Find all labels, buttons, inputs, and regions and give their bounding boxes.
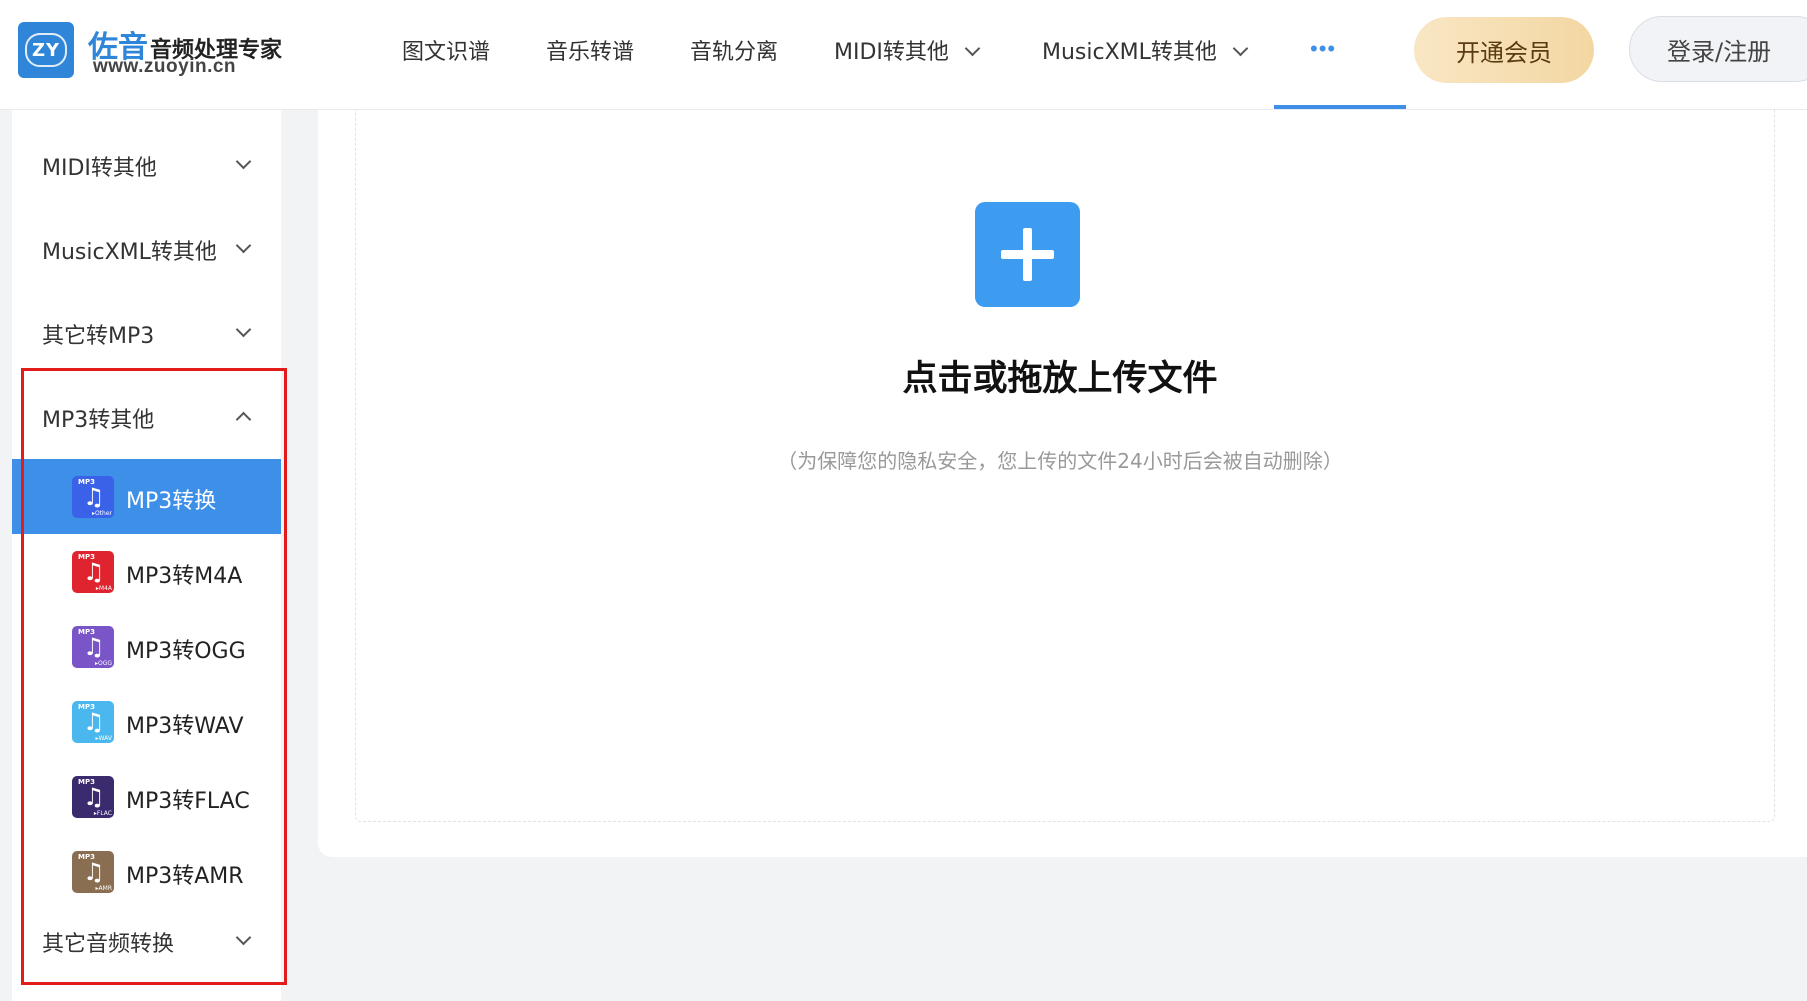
nav-item-midi-convert[interactable]: MIDI转其他 bbox=[834, 34, 981, 66]
chevron-down-icon bbox=[235, 321, 252, 338]
nav-label: 音轨分离 bbox=[690, 40, 779, 65]
sidebar-item-label: MP3转WAV bbox=[126, 714, 244, 739]
nav-item-track-separation[interactable]: 音轨分离 bbox=[690, 34, 778, 66]
chevron-down-icon bbox=[235, 929, 252, 946]
sidebar-category-other-audio[interactable]: 其它音频转换 bbox=[12, 910, 281, 970]
more-menu-icon[interactable]: ••• bbox=[1310, 36, 1336, 62]
category-label: 其它转MP3 bbox=[42, 324, 155, 349]
music-file-icon: MP3 ♫ ▸AMR bbox=[72, 851, 114, 893]
category-label: 其它音频转换 bbox=[42, 932, 175, 957]
nav-label: 音乐转谱 bbox=[546, 40, 635, 65]
nav-label: MusicXML转其他 bbox=[1042, 40, 1217, 65]
music-file-icon: MP3 ♫ ▸OGG bbox=[72, 626, 114, 668]
nav-item-image-score[interactable]: 图文识谱 bbox=[402, 34, 490, 66]
music-file-icon: MP3 ♫ ▸M4A bbox=[72, 551, 114, 593]
sidebar-item-mp3-to-flac[interactable]: MP3 ♫ ▸FLAC MP3转FLAC bbox=[12, 759, 281, 834]
icon-format: ▸Other bbox=[91, 510, 112, 517]
nav-label: 图文识谱 bbox=[402, 40, 491, 65]
chevron-down-icon bbox=[964, 40, 981, 57]
music-note-icon: ♫ bbox=[83, 783, 105, 811]
category-label: MIDI转其他 bbox=[42, 156, 157, 181]
sidebar-item-mp3-to-m4a[interactable]: MP3 ♫ ▸M4A MP3转M4A bbox=[12, 534, 281, 609]
sidebar-item-label: MP3转FLAC bbox=[126, 789, 250, 814]
sidebar-item-mp3-to-ogg[interactable]: MP3 ♫ ▸OGG MP3转OGG bbox=[12, 609, 281, 684]
sidebar-category-musicxml[interactable]: MusicXML转其他 bbox=[12, 218, 281, 278]
icon-format: ▸FLAC bbox=[93, 810, 112, 817]
music-note-icon: ♫ bbox=[83, 708, 105, 736]
chevron-up-icon bbox=[235, 411, 252, 428]
icon-format: ▸WAV bbox=[95, 735, 112, 742]
login-register-button[interactable]: 登录/注册 bbox=[1629, 16, 1807, 82]
music-file-icon: MP3 ♫ ▸Other bbox=[72, 476, 114, 518]
add-file-button[interactable] bbox=[975, 202, 1080, 307]
music-note-icon: ♫ bbox=[83, 558, 105, 586]
category-label: MusicXML转其他 bbox=[42, 240, 217, 265]
chevron-down-icon bbox=[235, 237, 252, 254]
sidebar-category-midi[interactable]: MIDI转其他 bbox=[12, 134, 281, 194]
category-label: MP3转其他 bbox=[42, 408, 155, 433]
plus-icon-vertical bbox=[1023, 228, 1032, 281]
music-note-icon: ♫ bbox=[83, 483, 105, 511]
sidebar: MIDI转其他 MusicXML转其他 其它转MP3 MP3转其他 MP3 ♫ … bbox=[12, 110, 281, 1001]
music-note-icon: ♫ bbox=[83, 633, 105, 661]
sidebar-item-label: MP3转AMR bbox=[126, 864, 244, 889]
upload-title[interactable]: 点击或拖放上传文件 bbox=[0, 350, 1807, 401]
chevron-down-icon bbox=[1232, 40, 1249, 57]
sidebar-item-label: MP3转OGG bbox=[126, 639, 246, 664]
icon-format: ▸AMR bbox=[95, 885, 112, 892]
top-header: ZY 佐音音频处理专家 www.zuoyin.cn 图文识谱 音乐转谱 音轨分离… bbox=[0, 0, 1807, 110]
privacy-note: （为保障您的隐私安全，您上传的文件24小时后会被自动删除） bbox=[777, 449, 1343, 473]
nav-label: MIDI转其他 bbox=[834, 40, 949, 65]
sidebar-item-mp3-to-wav[interactable]: MP3 ♫ ▸WAV MP3转WAV bbox=[12, 684, 281, 759]
music-note-icon: ♫ bbox=[83, 858, 105, 886]
music-file-icon: MP3 ♫ ▸WAV bbox=[72, 701, 114, 743]
music-file-icon: MP3 ♫ ▸FLAC bbox=[72, 776, 114, 818]
sidebar-item-mp3-to-amr[interactable]: MP3 ♫ ▸AMR MP3转AMR bbox=[12, 834, 281, 909]
chevron-down-icon bbox=[235, 153, 252, 170]
sidebar-item-label: MP3转M4A bbox=[126, 564, 243, 589]
icon-format: ▸M4A bbox=[95, 585, 112, 592]
icon-format: ▸OGG bbox=[94, 660, 112, 667]
sidebar-item-label: MP3转换 bbox=[126, 489, 217, 514]
nav-item-musicxml-convert[interactable]: MusicXML转其他 bbox=[1042, 34, 1249, 66]
vip-button[interactable]: 开通会员 bbox=[1414, 17, 1594, 83]
nav-item-music-score[interactable]: 音乐转谱 bbox=[546, 34, 634, 66]
nav-active-indicator bbox=[1274, 105, 1406, 109]
